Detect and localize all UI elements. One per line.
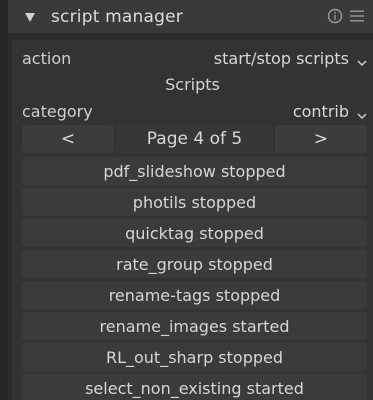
module-header[interactable]: script manager bbox=[8, 0, 373, 33]
chevron-down-icon bbox=[357, 106, 367, 120]
info-icon[interactable] bbox=[327, 8, 343, 24]
script-button-quicktag[interactable]: quicktag stopped bbox=[22, 219, 367, 247]
script-button-rename-images[interactable]: rename_images started bbox=[22, 312, 367, 340]
action-value-wrap[interactable]: start/stop scripts bbox=[214, 49, 367, 68]
category-value-wrap[interactable]: contrib bbox=[293, 102, 367, 121]
script-list: pdf_slideshow stopped photils stopped qu… bbox=[22, 157, 367, 400]
category-combobox[interactable]: category contrib bbox=[22, 99, 367, 123]
script-button-pdf-slideshow[interactable]: pdf_slideshow stopped bbox=[22, 157, 367, 185]
script-button-photils[interactable]: photils stopped bbox=[22, 188, 367, 216]
previous-page-button[interactable]: < bbox=[22, 125, 114, 153]
script-manager-panel: action start/stop scripts Scripts catego… bbox=[12, 40, 373, 400]
script-button-rename-tags[interactable]: rename-tags stopped bbox=[22, 281, 367, 309]
category-value: contrib bbox=[292, 101, 349, 121]
left-edge-strip bbox=[0, 0, 8, 400]
page-indicator: Page 4 of 5 bbox=[116, 125, 273, 153]
action-value: start/stop scripts bbox=[213, 48, 349, 68]
script-button-rl-out-sharp[interactable]: RL_out_sharp stopped bbox=[22, 343, 367, 371]
pager: < Page 4 of 5 > bbox=[22, 125, 367, 153]
module-title: script manager bbox=[51, 6, 183, 27]
next-page-button[interactable]: > bbox=[275, 125, 367, 153]
script-button-select-non-existing[interactable]: select_non_existing started bbox=[22, 374, 367, 400]
action-combobox[interactable]: action start/stop scripts bbox=[22, 46, 367, 70]
category-label: category bbox=[22, 101, 93, 121]
chevron-down-icon bbox=[357, 53, 367, 67]
scripts-section-title: Scripts bbox=[165, 75, 220, 94]
action-label: action bbox=[22, 48, 72, 68]
header-icons bbox=[321, 8, 365, 24]
collapse-triangle-icon[interactable] bbox=[24, 11, 36, 23]
hamburger-menu-icon[interactable] bbox=[349, 8, 365, 24]
script-button-rate-group[interactable]: rate_group stopped bbox=[22, 250, 367, 278]
